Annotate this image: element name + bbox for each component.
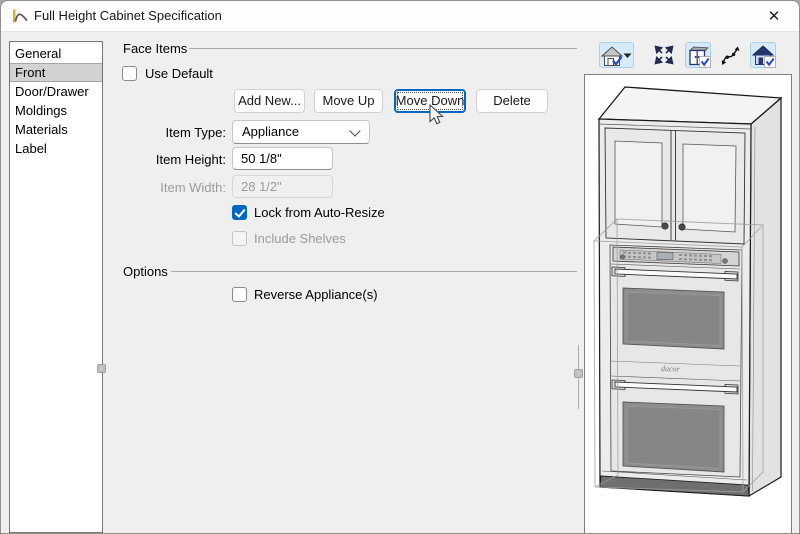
color-toggle-button[interactable] [750, 42, 776, 68]
options-heading: Options [123, 264, 168, 279]
cabinet-toggle-button[interactable] [685, 42, 711, 68]
close-button[interactable]: ✕ [759, 5, 789, 28]
item-type-label: Item Type: [165, 125, 226, 140]
preview-toolbar [1, 42, 799, 68]
reverse-appliance-label: Reverse Appliance(s) [254, 287, 378, 302]
preview-3d-viewport[interactable]: dacor [584, 74, 792, 533]
path-arrows-icon [721, 46, 740, 65]
delete-button[interactable]: Delete [476, 89, 548, 113]
item-type-dropdown[interactable]: Appliance [232, 120, 370, 144]
app-logo-icon [13, 9, 28, 23]
use-default-label: Use Default [145, 66, 213, 81]
right-splitter-grip[interactable] [574, 369, 583, 378]
options-rule [171, 271, 577, 272]
include-shelves-label: Include Shelves [254, 231, 346, 246]
path-arrows-button[interactable] [717, 42, 743, 68]
house-color-check-icon [752, 45, 776, 68]
move-down-button[interactable]: Move Down [394, 89, 466, 113]
item-type-value: Appliance [242, 124, 300, 139]
left-splitter-grip[interactable] [97, 364, 106, 373]
include-shelves-checkbox [232, 231, 247, 246]
brand-logo-text: dacor [661, 364, 681, 374]
item-width-label: Item Width: [160, 180, 226, 195]
window-title: Full Height Cabinet Specification [34, 8, 222, 23]
sidebar-item-materials[interactable]: Materials [10, 120, 102, 139]
page-list: General Front Door/Drawer Moldings Mater… [9, 41, 103, 533]
lock-auto-resize-label: Lock from Auto-Resize [254, 205, 385, 220]
sidebar-item-door-drawer[interactable]: Door/Drawer [10, 82, 102, 101]
standard-view-button[interactable] [599, 42, 634, 68]
add-new-button[interactable]: Add New... [234, 89, 305, 113]
item-height-input[interactable] [232, 147, 333, 170]
cabinet-3d-drawing: dacor [592, 86, 783, 498]
sidebar-item-label[interactable]: Label [10, 139, 102, 158]
dropdown-arrow-icon[interactable] [623, 53, 632, 59]
item-height-label: Item Height: [155, 152, 226, 167]
reverse-appliance-checkbox[interactable] [232, 287, 247, 302]
fill-window-button[interactable] [651, 42, 677, 68]
item-width-input [232, 175, 333, 198]
title-bar: Full Height Cabinet Specification ✕ [1, 1, 799, 32]
lock-auto-resize-checkbox[interactable] [232, 205, 247, 220]
cabinet-specification-dialog: Full Height Cabinet Specification ✕ Gene… [0, 0, 800, 534]
move-up-button[interactable]: Move Up [314, 89, 383, 113]
chevron-down-icon [349, 125, 361, 137]
cabinet-check-icon [689, 46, 711, 68]
house-check-icon [601, 46, 623, 67]
fill-window-icon [654, 45, 674, 65]
sidebar-item-moldings[interactable]: Moldings [10, 101, 102, 120]
use-default-checkbox[interactable] [122, 66, 137, 81]
